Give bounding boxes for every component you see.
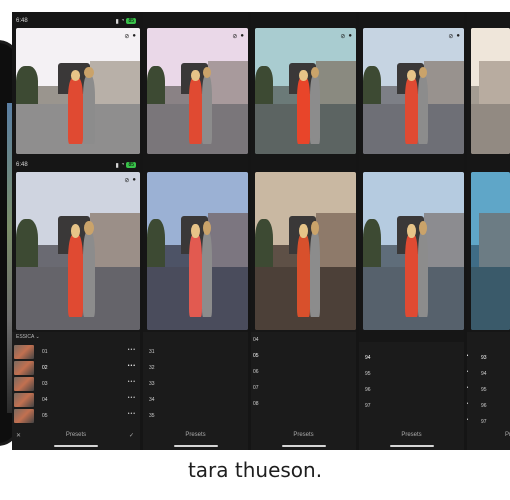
wifi-icon: ◔ — [120, 18, 125, 24]
list-item[interactable]: 08••• — [251, 396, 356, 412]
more-icon[interactable]: ••• — [128, 347, 136, 353]
photo-preview[interactable] — [471, 172, 510, 330]
presets-tab[interactable]: Presets — [251, 432, 356, 438]
list-item[interactable]: 05••• — [251, 348, 356, 364]
list-item[interactable]: 05••• — [12, 408, 140, 424]
home-indicator — [389, 445, 434, 447]
status-time: 6:48 — [16, 18, 28, 24]
more-icon[interactable]: ••• — [128, 379, 136, 385]
list-item[interactable]: 31••• — [143, 344, 248, 360]
list-item[interactable]: 97••• — [359, 398, 464, 414]
list-item[interactable]: 95••• — [359, 366, 464, 382]
photo-preview[interactable]: ⊘ ● — [255, 28, 356, 154]
app-screen-2: ⊘● 31••• 32••• 33••• 34••• 35••• Presets — [143, 12, 248, 450]
preset-thumbnail — [14, 409, 34, 423]
visibility-icon[interactable]: ⊘ — [124, 33, 129, 40]
presets-tab[interactable]: Presets — [359, 432, 464, 438]
home-indicator — [281, 445, 326, 447]
presets-tab[interactable]: Presets — [143, 432, 248, 438]
more-icon[interactable]: ● — [240, 33, 244, 40]
preset-thumbnail — [14, 377, 34, 391]
check-icon[interactable]: ✓ — [129, 432, 134, 439]
preset-thumbnail — [14, 345, 34, 359]
photo-preview[interactable]: ⊘ ● — [147, 28, 248, 154]
visibility-icon[interactable]: ⊘ — [340, 33, 345, 40]
more-icon[interactable]: ••• — [467, 353, 469, 359]
photo-preview[interactable] — [363, 172, 464, 330]
preset-panel: 31••• 32••• 33••• 34••• 35••• Presets — [143, 332, 248, 450]
visibility-icon[interactable]: ⊘ — [232, 33, 237, 40]
caption: tara thueson. — [187, 458, 323, 482]
app-screen-3: ⊘● 04 05••• 06••• 07••• 08••• ✓ Presets — [251, 12, 356, 450]
list-item[interactable]: 06••• — [251, 364, 356, 380]
bottom-toolbar: ✓ Presets — [467, 428, 510, 450]
more-icon[interactable]: ••• — [467, 385, 469, 391]
more-icon[interactable]: ••• — [467, 369, 469, 375]
battery-badge: 85 — [126, 162, 136, 168]
bottom-toolbar: ✓ Presets — [359, 428, 464, 450]
app-screen-5: 93••• 94••• 95••• 96••• 97••• ✓ Presets — [467, 12, 510, 450]
more-icon[interactable]: ••• — [467, 417, 469, 423]
visibility-icon[interactable]: ⊘ — [124, 177, 129, 184]
list-item[interactable]: 01 ••• — [12, 344, 140, 360]
list-item[interactable]: 95••• — [467, 382, 510, 398]
list-item[interactable]: 04 ••• — [12, 392, 140, 408]
more-icon[interactable]: ••• — [467, 401, 469, 407]
status-bar: 6:48 ▮ ◔ 85 — [12, 14, 140, 28]
list-item[interactable]: 03 ••• — [12, 376, 140, 392]
list-item[interactable]: 93••• — [467, 350, 510, 366]
screenshot-strip: 6:48 ▮ ◔ 85 ⊘ ● 6:48 ▮ ◔ 85 ⊘ ● ESSICA ⌄ 01 •••… — [12, 12, 510, 450]
more-icon[interactable]: ••• — [128, 395, 136, 401]
list-item[interactable]: 32••• — [143, 360, 248, 376]
visibility-icon[interactable]: ⊘ — [448, 33, 453, 40]
preset-thumbnail — [14, 361, 34, 375]
status-bar: 6:48 ▮ ◔ 85 — [12, 158, 140, 172]
preset-panel: 04 05••• 06••• 07••• 08••• ✓ Presets — [251, 332, 356, 450]
wifi-icon: ◔ — [120, 162, 125, 168]
photo-preview[interactable]: ⊘ ● — [16, 28, 140, 154]
battery-badge: 85 — [126, 18, 136, 24]
more-icon[interactable]: ● — [456, 33, 460, 40]
list-item[interactable]: 96••• — [359, 382, 464, 398]
bottom-toolbar: ✓ Presets — [251, 428, 356, 450]
preset-panel: 93••• 94••• 95••• 96••• 97••• ✓ Presets — [467, 332, 510, 450]
photo-preview[interactable] — [147, 172, 248, 330]
preset-panel: ESSICA ⌄ 01 ••• 02 ••• 03 ••• 04 ••• 05 ••• ✕… — [12, 332, 140, 450]
bottom-toolbar: Presets — [143, 428, 248, 450]
more-icon[interactable]: ● — [132, 177, 136, 184]
photo-preview[interactable]: ⊘ ● — [16, 172, 140, 330]
app-screen-1: 6:48 ▮ ◔ 85 ⊘ ● 6:48 ▮ ◔ 85 ⊘ ● ESSICA ⌄ 01 •••… — [12, 12, 140, 450]
photo-preview[interactable] — [471, 28, 510, 154]
signal-icon: ▮ — [115, 18, 119, 25]
more-icon[interactable]: ••• — [128, 411, 136, 417]
signal-icon: ▮ — [115, 162, 119, 169]
list-item[interactable]: 94••• — [359, 350, 464, 366]
more-icon[interactable]: ● — [132, 33, 136, 40]
list-item[interactable]: 96••• — [467, 398, 510, 414]
photo-preview[interactable] — [255, 172, 356, 330]
home-indicator — [173, 445, 218, 447]
more-icon[interactable]: ● — [348, 33, 352, 40]
list-item[interactable]: 35••• — [143, 408, 248, 424]
photo-preview[interactable]: ⊘ ● — [363, 28, 464, 154]
presets-tab[interactable]: Presets — [12, 432, 140, 438]
more-icon[interactable]: ••• — [128, 363, 136, 369]
preset-thumbnail — [14, 393, 34, 407]
list-item[interactable]: 94••• — [467, 366, 510, 382]
list-item[interactable]: 04 — [251, 332, 356, 348]
home-indicator — [54, 445, 98, 447]
list-item[interactable]: 07••• — [251, 380, 356, 396]
preset-group-label[interactable]: ESSICA ⌄ — [16, 334, 40, 340]
list-item[interactable]: 34••• — [143, 392, 248, 408]
presets-tab[interactable]: Presets — [505, 432, 510, 438]
status-time: 6:48 — [16, 162, 28, 168]
bottom-toolbar: ✕ Presets ✓ — [12, 428, 140, 450]
preset-panel: 94••• 95••• 96••• 97••• ✓ Presets — [359, 342, 464, 450]
list-item[interactable]: 02 ••• — [12, 360, 140, 376]
app-screen-4: ⊘● 94••• 95••• 96••• 97••• ✓ Presets — [359, 12, 464, 450]
list-item[interactable]: 33••• — [143, 376, 248, 392]
